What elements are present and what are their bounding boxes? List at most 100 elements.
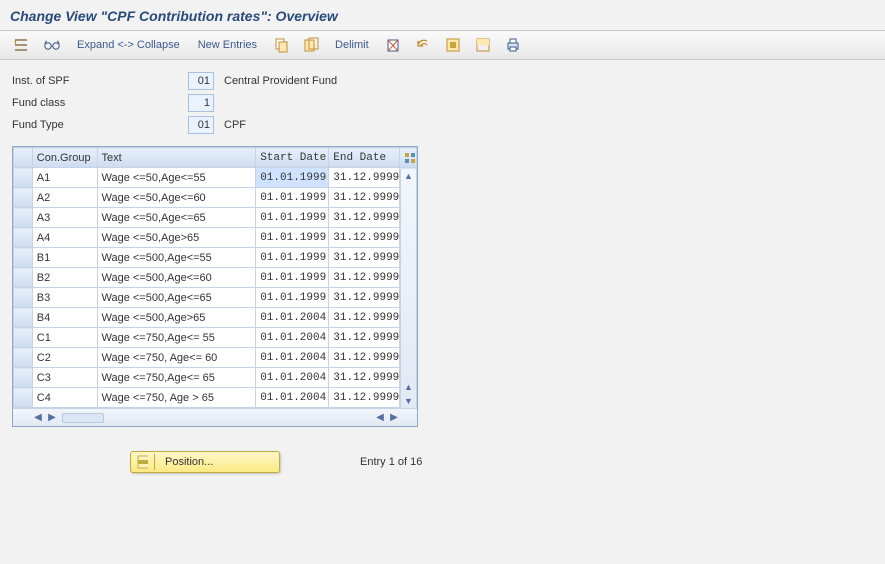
undo-icon[interactable] [410, 34, 436, 56]
select-all-icon[interactable] [440, 34, 466, 56]
cell-group[interactable]: B4 [32, 308, 97, 328]
table-row[interactable]: B3Wage <=500,Age<=6501.01.199931.12.9999 [14, 288, 417, 308]
new-entries-button[interactable]: New Entries [191, 34, 264, 56]
row-selector[interactable] [14, 348, 33, 368]
row-selector[interactable] [14, 388, 33, 408]
copy-icon[interactable] [268, 34, 294, 56]
cell-start-date[interactable]: 01.01.1999 [256, 248, 329, 268]
cell-text[interactable]: Wage <=50,Age>65 [97, 228, 256, 248]
cell-end-date[interactable]: 31.12.9999 [329, 348, 400, 368]
cell-group[interactable]: A2 [32, 188, 97, 208]
type-code-input[interactable] [188, 116, 214, 134]
vertical-scrollbar[interactable]: ▲ ▲ ▼ [400, 169, 416, 408]
cell-group[interactable]: B3 [32, 288, 97, 308]
cell-end-date[interactable]: 31.12.9999 [329, 268, 400, 288]
hscroll-right2-icon[interactable]: ▶ [387, 412, 401, 423]
cell-group[interactable]: A3 [32, 208, 97, 228]
cell-end-date[interactable]: 31.12.9999 [329, 168, 400, 188]
cell-group[interactable]: B2 [32, 268, 97, 288]
position-button[interactable]: Position... [130, 451, 280, 473]
row-selector[interactable] [14, 228, 33, 248]
cell-start-date[interactable]: 01.01.2004 [256, 348, 329, 368]
table-row[interactable]: B4Wage <=500,Age>6501.01.200431.12.9999 [14, 308, 417, 328]
cell-end-date[interactable]: 31.12.9999 [329, 388, 400, 408]
hscroll-thumb[interactable] [62, 413, 104, 423]
row-selector[interactable] [14, 308, 33, 328]
delimit-button[interactable]: Delimit [328, 34, 376, 56]
col-text-header[interactable]: Text [97, 148, 256, 168]
scroll-up-step-icon[interactable]: ▲ [402, 380, 416, 394]
cell-end-date[interactable]: 31.12.9999 [329, 308, 400, 328]
cell-text[interactable]: Wage <=500,Age<=60 [97, 268, 256, 288]
delete-icon[interactable] [380, 34, 406, 56]
cell-end-date[interactable]: 31.12.9999 [329, 368, 400, 388]
row-selector[interactable] [14, 268, 33, 288]
table-row[interactable]: B1Wage <=500,Age<=5501.01.199931.12.9999 [14, 248, 417, 268]
cell-start-date[interactable]: 01.01.2004 [256, 328, 329, 348]
cell-text[interactable]: Wage <=50,Age<=55 [97, 168, 256, 188]
col-start-header[interactable]: Start Date [256, 148, 329, 168]
cell-group[interactable]: A1 [32, 168, 97, 188]
table-row[interactable]: A2Wage <=50,Age<=6001.01.199931.12.9999 [14, 188, 417, 208]
scroll-up-icon[interactable]: ▲ [402, 169, 416, 183]
cell-text[interactable]: Wage <=500,Age<=55 [97, 248, 256, 268]
deselect-all-icon[interactable] [470, 34, 496, 56]
cell-start-date[interactable]: 01.01.1999 [256, 188, 329, 208]
table-row[interactable]: C4Wage <=750, Age > 6501.01.200431.12.99… [14, 388, 417, 408]
row-selector[interactable] [14, 368, 33, 388]
cell-start-date[interactable]: 01.01.1999 [256, 288, 329, 308]
scroll-down-icon[interactable]: ▼ [402, 394, 416, 408]
table-row[interactable]: C3Wage <=750,Age<= 6501.01.200431.12.999… [14, 368, 417, 388]
inst-code-input[interactable] [188, 72, 214, 90]
cell-end-date[interactable]: 31.12.9999 [329, 208, 400, 228]
cell-start-date[interactable]: 01.01.1999 [256, 268, 329, 288]
cell-group[interactable]: C3 [32, 368, 97, 388]
horizontal-scrollbar[interactable]: ◀ ▶ ◀ ▶ [13, 408, 417, 426]
table-row[interactable]: A1Wage <=50,Age<=5501.01.199931.12.9999 [14, 168, 417, 188]
cell-start-date[interactable]: 01.01.1999 [256, 228, 329, 248]
table-row[interactable]: C2Wage <=750, Age<= 6001.01.200431.12.99… [14, 348, 417, 368]
hscroll-right-icon[interactable]: ▶ [45, 412, 59, 423]
cell-text[interactable]: Wage <=750,Age<= 65 [97, 368, 256, 388]
cell-start-date[interactable]: 01.01.2004 [256, 388, 329, 408]
cell-text[interactable]: Wage <=750, Age > 65 [97, 388, 256, 408]
table-row[interactable]: B2Wage <=500,Age<=6001.01.199931.12.9999 [14, 268, 417, 288]
cell-text[interactable]: Wage <=750, Age<= 60 [97, 348, 256, 368]
table-row[interactable]: C1Wage <=750,Age<= 5501.01.200431.12.999… [14, 328, 417, 348]
class-code-input[interactable] [188, 94, 214, 112]
table-config-icon[interactable] [400, 148, 417, 168]
print-icon[interactable] [500, 34, 526, 56]
toggle-view-icon[interactable] [8, 34, 34, 56]
cell-end-date[interactable]: 31.12.9999 [329, 228, 400, 248]
cell-end-date[interactable]: 31.12.9999 [329, 248, 400, 268]
expand-collapse-button[interactable]: Expand <-> Collapse [70, 34, 187, 56]
cell-start-date[interactable]: 01.01.2004 [256, 368, 329, 388]
row-selector[interactable] [14, 328, 33, 348]
row-selector[interactable] [14, 188, 33, 208]
cell-end-date[interactable]: 31.12.9999 [329, 288, 400, 308]
glasses-icon[interactable] [38, 34, 66, 56]
cell-text[interactable]: Wage <=50,Age<=65 [97, 208, 256, 228]
row-selector[interactable] [14, 248, 33, 268]
hscroll-left2-icon[interactable]: ◀ [373, 412, 387, 423]
cell-start-date[interactable]: 01.01.1999 [256, 208, 329, 228]
cell-group[interactable]: B1 [32, 248, 97, 268]
cell-start-date[interactable]: 01.01.2004 [256, 308, 329, 328]
table-row[interactable]: A4Wage <=50,Age>6501.01.199931.12.9999 [14, 228, 417, 248]
cell-text[interactable]: Wage <=500,Age<=65 [97, 288, 256, 308]
cell-start-date[interactable]: 01.01.1999 [256, 168, 329, 188]
row-selector[interactable] [14, 168, 33, 188]
cell-group[interactable]: C1 [32, 328, 97, 348]
row-selector[interactable] [14, 208, 33, 228]
copy-as-icon[interactable] [298, 34, 324, 56]
cell-group[interactable]: C4 [32, 388, 97, 408]
cell-group[interactable]: A4 [32, 228, 97, 248]
cell-group[interactable]: C2 [32, 348, 97, 368]
cell-end-date[interactable]: 31.12.9999 [329, 188, 400, 208]
cell-end-date[interactable]: 31.12.9999 [329, 328, 400, 348]
col-select-all[interactable] [14, 148, 33, 168]
table-row[interactable]: A3Wage <=50,Age<=6501.01.199931.12.9999 [14, 208, 417, 228]
cell-text[interactable]: Wage <=750,Age<= 55 [97, 328, 256, 348]
cell-text[interactable]: Wage <=50,Age<=60 [97, 188, 256, 208]
cell-text[interactable]: Wage <=500,Age>65 [97, 308, 256, 328]
